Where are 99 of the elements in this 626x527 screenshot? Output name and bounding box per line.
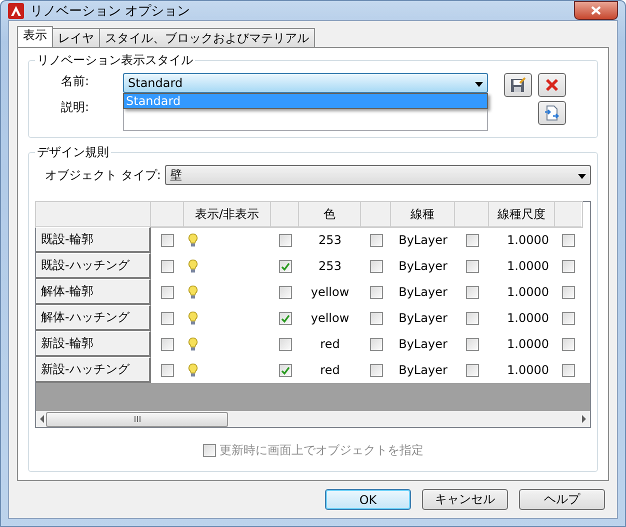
checkbox[interactable]	[370, 338, 382, 350]
table-cell-text: ByLayer	[398, 232, 448, 249]
row-header: 解体-輪郭	[36, 279, 151, 305]
import-button[interactable]	[538, 101, 566, 125]
lightbulb-icon[interactable]	[188, 284, 198, 300]
checkbox[interactable]	[466, 234, 478, 246]
grip-icon	[134, 416, 140, 422]
column-header	[151, 202, 184, 227]
save-button[interactable]	[504, 73, 532, 97]
save-icon	[510, 77, 526, 93]
checkbox-label: 更新時に画面上でオブジェクトを指定	[220, 442, 424, 459]
object-type-dropdown[interactable]: 壁	[164, 165, 591, 185]
table-cell-text: ByLayer	[398, 284, 448, 301]
table-cell-text: 1.0000	[506, 258, 550, 275]
group-title: リノベーション表示スタイル	[36, 52, 194, 69]
checkbox[interactable]	[161, 338, 174, 350]
table-cell-text: ByLayer	[398, 310, 448, 327]
checkbox[interactable]	[161, 286, 174, 298]
table-cell-text: 1.0000	[506, 284, 550, 301]
checkbox[interactable]	[278, 234, 292, 246]
app-logo-icon	[8, 2, 24, 18]
table-cell-text: 253	[318, 232, 342, 249]
checkbox[interactable]	[278, 286, 292, 298]
checkbox[interactable]	[466, 338, 478, 350]
tab[interactable]: レイヤ	[52, 28, 100, 47]
row-header: 既設-輪郭	[36, 227, 151, 253]
checkbox[interactable]	[370, 364, 382, 376]
table-cell-text: 1.0000	[506, 362, 550, 379]
lightbulb-icon[interactable]	[188, 258, 198, 274]
tab[interactable]: スタイル、ブロックおよびマテリアル	[99, 28, 315, 47]
checkbox[interactable]	[278, 338, 292, 350]
row-header: 既設-ハッチング	[36, 253, 151, 279]
scroll-right-icon[interactable]	[582, 415, 586, 423]
dialog-button[interactable]: ヘルプ	[519, 489, 605, 510]
import-icon	[544, 105, 560, 121]
checkbox[interactable]	[370, 260, 382, 272]
lightbulb-icon[interactable]	[188, 336, 198, 352]
delete-icon	[545, 78, 559, 92]
lightbulb-icon[interactable]	[188, 310, 198, 326]
table-cell-text: yellow	[310, 284, 350, 301]
delete-button[interactable]	[538, 73, 566, 97]
checkbox[interactable]	[278, 312, 292, 324]
checkbox[interactable]	[370, 234, 382, 246]
table-cell-text: red	[319, 336, 341, 353]
lightbulb-icon[interactable]	[188, 232, 198, 248]
checkbox[interactable]	[466, 312, 478, 324]
close-button[interactable]	[574, 1, 618, 20]
object-type-label: オブジェクト タイプ:	[45, 166, 161, 184]
lightbulb-icon[interactable]	[188, 362, 198, 378]
table-cell-text: red	[319, 362, 341, 379]
table-cell-text: ByLayer	[398, 336, 448, 353]
table-cell-text: 1.0000	[506, 310, 550, 327]
column-header	[555, 202, 582, 227]
checkbox[interactable]	[161, 234, 174, 246]
column-header: 線種尺度	[489, 202, 555, 227]
column-header	[455, 202, 489, 227]
checkbox[interactable]	[562, 286, 575, 298]
checkbox[interactable]	[466, 260, 478, 272]
name-dropdown[interactable]: Standard	[123, 73, 488, 93]
checkbox[interactable]	[466, 286, 478, 298]
table-cell-text: ByLayer	[398, 258, 448, 275]
dialog-button[interactable]: キャンセル	[422, 489, 508, 510]
description-label: 説明:	[60, 99, 90, 116]
tab[interactable]: 表示	[17, 26, 53, 47]
group-title: デザイン規則	[36, 144, 110, 161]
checkbox[interactable]	[562, 364, 575, 376]
row-header: 新設-ハッチング	[36, 357, 151, 383]
row-header: 解体-ハッチング	[36, 305, 151, 331]
checkbox[interactable]	[562, 312, 575, 324]
dialog-button[interactable]: OK	[325, 489, 411, 510]
scrollbar-thumb[interactable]	[46, 412, 228, 426]
close-icon	[591, 6, 601, 15]
table-cell-text: yellow	[310, 310, 350, 327]
window-title: リノベーション オプション	[30, 2, 190, 20]
row-header: 新設-輪郭	[36, 331, 151, 357]
checkbox[interactable]	[562, 234, 575, 246]
checkbox[interactable]	[161, 260, 174, 272]
column-header: 表示/非表示	[184, 202, 271, 227]
checkbox[interactable]	[562, 260, 575, 272]
checkbox[interactable]	[370, 312, 382, 324]
checkbox[interactable]	[278, 260, 292, 272]
column-header	[271, 202, 299, 227]
checkbox[interactable]	[466, 364, 478, 376]
table-cell-text: 1.0000	[506, 336, 550, 353]
name-label: 名前:	[60, 73, 90, 90]
column-header: 色	[299, 202, 361, 227]
checkbox[interactable]	[161, 364, 174, 376]
table-cell-text: 1.0000	[506, 232, 550, 249]
checkbox[interactable]	[278, 364, 292, 376]
checkbox[interactable]	[562, 338, 575, 350]
checkbox[interactable]	[370, 286, 382, 298]
table-cell-text: 253	[318, 258, 342, 275]
horizontal-scrollbar[interactable]	[36, 411, 590, 427]
checkbox[interactable]	[161, 312, 174, 324]
dropdown-arrow-icon	[475, 82, 483, 87]
dropdown-arrow-icon	[578, 174, 586, 179]
column-header	[361, 202, 391, 227]
table-cell-text: ByLayer	[398, 362, 448, 379]
column-header: 線種	[391, 202, 455, 227]
